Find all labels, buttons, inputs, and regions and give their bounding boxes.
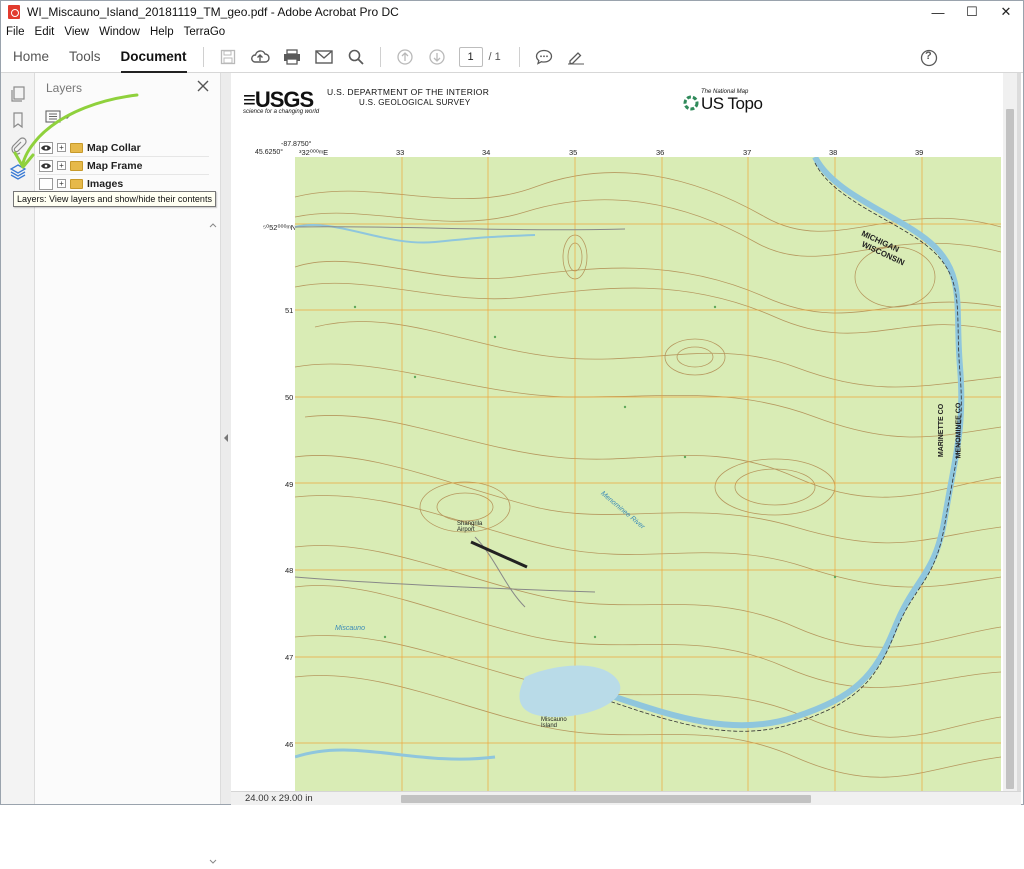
pdf-app-icon: [8, 5, 20, 19]
next-page-icon[interactable]: [424, 44, 450, 70]
help-label: ?: [925, 50, 932, 62]
status-bar: 24.00 x 29.00 in: [231, 791, 1021, 805]
page-size-label: 24.00 x 29.00 in: [245, 793, 313, 804]
department-heading: U.S. DEPARTMENT OF THE INTERIOR: [327, 87, 490, 97]
vertical-scrollbar[interactable]: [1003, 73, 1017, 791]
northing-tick: ⁵⁰52⁰⁰⁰ᵐN: [263, 223, 297, 232]
us-topo-logo-icon: [683, 95, 699, 111]
comment-icon[interactable]: [531, 44, 557, 70]
menu-edit[interactable]: Edit: [30, 26, 60, 38]
map-label-island: Miscauno Island: [541, 717, 567, 729]
layers-panel: Layers + Map Collar + Map Frame + Images: [35, 73, 221, 864]
horizontal-scroll-thumb[interactable]: [401, 795, 811, 803]
menu-window[interactable]: Window: [94, 26, 145, 38]
page-number-input[interactable]: 1: [458, 46, 483, 67]
visibility-checkbox[interactable]: [39, 177, 53, 190]
northing-tick: 47: [285, 653, 294, 662]
survey-heading: U.S. GEOLOGICAL SURVEY: [359, 98, 471, 107]
usgs-tagline: science for a changing world: [243, 109, 320, 115]
menu-file[interactable]: File: [1, 26, 30, 38]
main-toolbar: Home Tools Document 1 / 1 ?: [1, 41, 1023, 73]
expand-icon[interactable]: +: [57, 179, 66, 188]
page-total: / 1: [488, 50, 501, 63]
northing-tick: 49: [285, 480, 294, 489]
menu-view[interactable]: View: [59, 26, 94, 38]
print-icon[interactable]: [279, 44, 305, 70]
topographic-map: MICHIGAN WISCONSIN MARINETTE CO MENOMINE…: [295, 157, 1001, 791]
window-title: WI_Miscauno_Island_20181119_TM_geo.pdf -…: [27, 5, 399, 19]
toolbar-divider: [379, 46, 381, 67]
easting-tick: 37: [743, 148, 752, 157]
northing-tick: 51: [285, 306, 294, 315]
help-icon[interactable]: ?: [916, 45, 942, 71]
close-panel-icon[interactable]: [196, 79, 210, 93]
easting-tick: 34: [482, 148, 491, 157]
toolbar-divider: [202, 46, 204, 67]
northing-tick: 46: [285, 740, 294, 749]
panel-scrollbar[interactable]: [207, 221, 219, 866]
corner-latitude: 45.6250°: [255, 149, 284, 156]
cloud-upload-icon[interactable]: [247, 44, 273, 70]
title-bar: WI_Miscauno_Island_20181119_TM_geo.pdf -…: [1, 1, 1023, 23]
easting-tick: 39: [915, 148, 924, 157]
easting-tick: 33: [396, 148, 405, 157]
tab-document[interactable]: Document: [120, 41, 187, 73]
easting-tick: 35: [569, 148, 578, 157]
save-icon[interactable]: [215, 44, 241, 70]
map-label-county: MARINETTE CO: [938, 403, 946, 458]
sign-pen-icon[interactable]: [563, 44, 589, 70]
us-topo-label: US Topo: [701, 94, 763, 113]
menu-help[interactable]: Help: [145, 26, 179, 38]
layer-label: Images: [87, 177, 124, 190]
map-label-lake: Miscauno: [335, 625, 365, 632]
corner-longitude: -87.8750°: [281, 141, 312, 148]
folder-icon: [70, 178, 83, 189]
menu-terrago[interactable]: TerraGo: [179, 26, 231, 38]
layers-tooltip: Layers: View layers and show/hide their …: [13, 191, 216, 207]
vertical-scroll-thumb[interactable]: [1006, 109, 1014, 789]
easting-tick: 36: [656, 148, 665, 157]
northing-tick: 48: [285, 566, 294, 575]
previous-page-icon[interactable]: [392, 44, 418, 70]
menu-bar: File Edit View Window Help TerraGo: [1, 23, 1023, 41]
toolbar-divider: [518, 46, 520, 67]
minimize-button[interactable]: —: [921, 1, 955, 23]
close-button[interactable]: ✕: [989, 1, 1023, 23]
easting-tick: ³32⁰⁰⁰ᵐE: [299, 148, 329, 157]
northing-tick: 50: [285, 393, 294, 402]
navigation-rail: [1, 73, 35, 804]
map-label-airport: Shangrila Airport: [457, 521, 483, 533]
map-label-county2: MENOMINEE CO: [955, 402, 963, 459]
tab-tools[interactable]: Tools: [69, 41, 101, 73]
easting-tick: 38: [829, 148, 838, 157]
email-icon[interactable]: [311, 44, 337, 70]
annotation-arrow-icon: [13, 93, 139, 169]
panel-splitter[interactable]: [221, 73, 231, 804]
maximize-button[interactable]: ☐: [955, 1, 989, 23]
search-icon[interactable]: [343, 44, 369, 70]
acrobat-window: WI_Miscauno_Island_20181119_TM_geo.pdf -…: [0, 0, 1024, 864]
tab-home[interactable]: Home: [13, 41, 49, 73]
document-view[interactable]: ≡USGS science for a changing world U.S. …: [231, 73, 1021, 791]
window-controls: — ☐ ✕: [921, 1, 1023, 23]
pdf-page: ≡USGS science for a changing world U.S. …: [231, 73, 1003, 791]
